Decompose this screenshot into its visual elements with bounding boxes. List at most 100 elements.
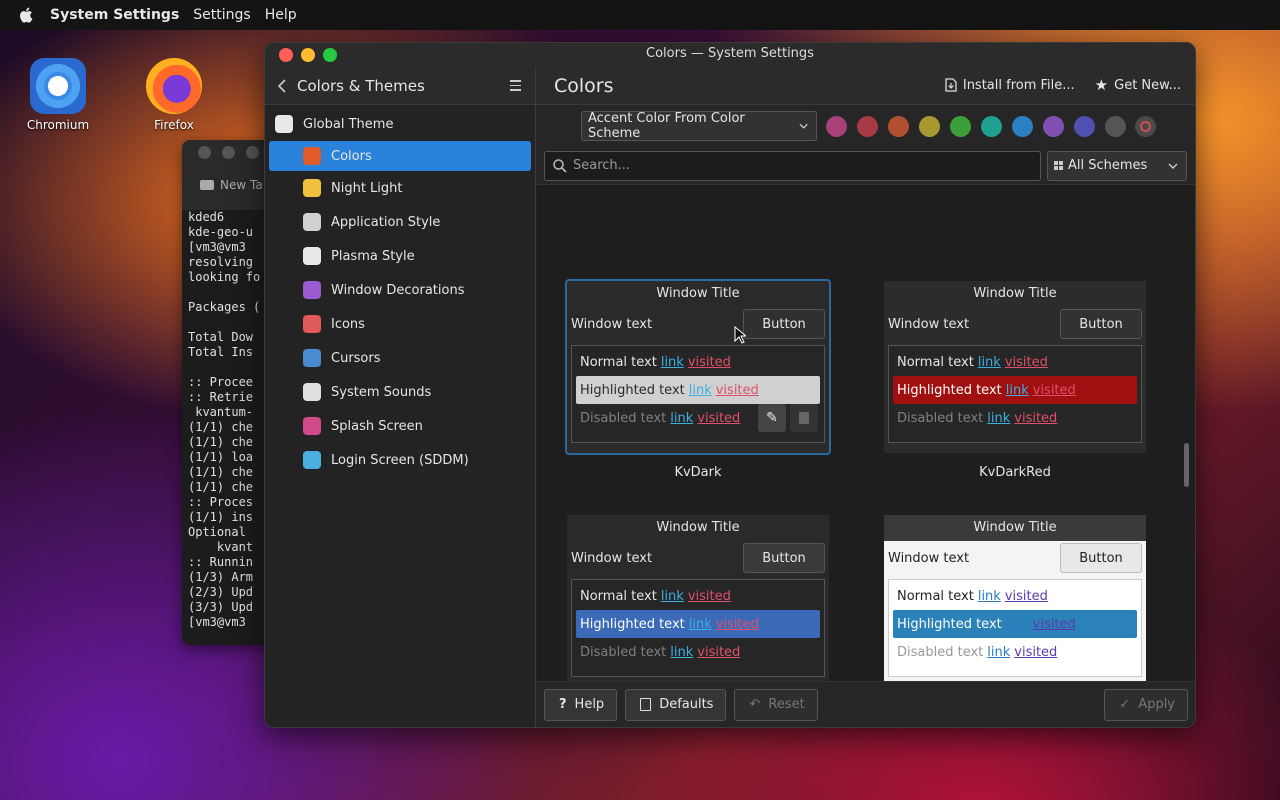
accent-swatches (826, 115, 1126, 137)
accent-swatch-4[interactable] (919, 115, 940, 137)
preview-view: Normal text link visited Highlighted tex… (888, 345, 1142, 443)
preview-window-text: Window text (888, 550, 970, 566)
preview-window-text: Window text (571, 550, 653, 566)
terminal-close-dot[interactable] (198, 146, 211, 159)
edit-scheme-button[interactable]: ✎ (758, 404, 786, 432)
accent-swatch-5[interactable] (950, 115, 971, 137)
sidebar: Global Theme Colors Night Light Application… (265, 105, 536, 727)
desktop-icon-label: Firefox (154, 118, 194, 132)
all-schemes-combo[interactable]: All Schemes (1047, 150, 1187, 181)
help-button[interactable]: ? Help (544, 688, 618, 721)
preview-window-title: Window Title (884, 281, 1146, 307)
sidebar-item-label: System Sounds (331, 384, 432, 400)
search-icon (553, 158, 567, 173)
minimize-button[interactable] (301, 48, 315, 62)
sidebar-item-splash-screen[interactable]: Splash Screen (265, 409, 535, 443)
color-scheme-card[interactable]: Window Title Window text Button Normal t… (565, 279, 831, 480)
reset-button[interactable]: ↶ Reset (734, 688, 818, 721)
accent-swatch-3[interactable] (888, 115, 909, 137)
top-menubar: System Settings Settings Help (0, 0, 1280, 30)
accent-swatch-10[interactable] (1105, 115, 1126, 137)
scrollbar-thumb[interactable] (1184, 443, 1189, 487)
color-scheme-card[interactable]: Window Title Window text Button Normal t… (884, 281, 1146, 480)
chromium-icon (30, 58, 86, 114)
accent-toolbar: Accent Color From Color Scheme (537, 105, 1195, 147)
sidebar-item-colors[interactable]: Colors (269, 141, 531, 171)
chevron-down-icon (1168, 163, 1178, 169)
accent-swatch-9[interactable] (1074, 115, 1095, 137)
terminal-tab[interactable]: New Ta (200, 178, 263, 192)
get-new-button[interactable]: ★ Get New... (1095, 76, 1181, 94)
back-arrow-icon[interactable] (277, 78, 287, 93)
preview-window-title: Window Title (567, 515, 829, 541)
page-header: Colors Install from File... ★ Get New... (536, 67, 1195, 104)
colors-content: Accent Color From Color Scheme Search...… (537, 105, 1195, 727)
sidebar-item-cursors[interactable]: Cursors (265, 341, 535, 375)
color-scheme-card[interactable]: Disabled text link visited KvCurvesLight (567, 185, 829, 186)
apply-button[interactable]: ✓ Apply (1104, 688, 1188, 721)
delete-scheme-button[interactable] (790, 404, 818, 432)
trash-icon (799, 412, 809, 424)
accent-swatch-6[interactable] (981, 115, 1002, 137)
preview-button: Button (1060, 309, 1142, 339)
star-icon: ★ (1094, 76, 1109, 94)
active-app-name[interactable]: System Settings (50, 7, 179, 23)
sidebar-item-login-screen-sddm[interactable]: Login Screen (SDDM) (265, 443, 535, 477)
preview-button: Button (1060, 543, 1142, 573)
sidebar-item-label: Icons (331, 316, 365, 332)
sidebar-item-icons[interactable]: Icons (265, 307, 535, 341)
system-sounds-icon (303, 383, 321, 401)
undo-icon: ↶ (749, 697, 761, 712)
accent-swatch-2[interactable] (857, 115, 878, 137)
color-picker-icon (1140, 120, 1151, 132)
preview-view: Normal text link visited Highlighted tex… (571, 579, 825, 677)
apple-logo-icon[interactable] (18, 6, 36, 24)
accent-swatch-8[interactable] (1043, 115, 1064, 137)
window-header: Colors & Themes Colors Install from File… (265, 67, 1195, 105)
chevron-down-icon (799, 123, 808, 129)
splash-screen-icon (303, 417, 321, 435)
sidebar-header-title: Colors & Themes (297, 76, 425, 95)
terminal-minimize-dot[interactable] (222, 146, 235, 159)
defaults-button[interactable]: Defaults (625, 688, 727, 721)
sidebar-item-system-sounds[interactable]: System Sounds (265, 375, 535, 409)
bottom-action-bar: ? Help Defaults ↶ Reset ✓ Apply (537, 681, 1195, 727)
color-scheme-card[interactable]: Window Title Window text Button Normal t… (567, 515, 829, 681)
custom-accent-picker[interactable] (1135, 115, 1156, 137)
accent-swatch-7[interactable] (1012, 115, 1033, 137)
scheme-preview: Window Title Window text Button Normal t… (884, 515, 1146, 681)
sidebar-item-label: Night Light (331, 180, 403, 196)
menu-settings[interactable]: Settings (193, 7, 250, 23)
plasma-style-icon (303, 247, 321, 265)
sidebar-item-night-light[interactable]: Night Light (265, 171, 535, 205)
accent-color-combo[interactable]: Accent Color From Color Scheme (581, 111, 817, 141)
scheme-name: KvCyan (884, 185, 1146, 186)
close-button[interactable] (279, 48, 293, 62)
preview-view: Normal text link visited Highlighted tex… (571, 345, 825, 443)
cursors-icon (303, 349, 321, 367)
color-scheme-card[interactable]: Disabled text link visited KvCyan (884, 185, 1146, 186)
sidebar-item-label: Window Decorations (331, 282, 465, 298)
sidebar-item-label: Login Screen (SDDM) (331, 452, 469, 468)
install-from-file-button[interactable]: Install from File... (945, 76, 1075, 94)
maximize-button[interactable] (323, 48, 337, 62)
color-scheme-card[interactable]: Window Title Window text Button Normal t… (884, 515, 1146, 681)
terminal-maximize-dot[interactable] (246, 146, 259, 159)
search-input[interactable]: Search... (544, 150, 1041, 181)
accent-swatch-1[interactable] (826, 115, 847, 137)
desktop-icon-firefox[interactable]: Firefox (129, 58, 219, 132)
hamburger-menu-icon[interactable] (510, 80, 521, 94)
scheme-name: KvCurvesLight (567, 185, 829, 186)
desktop-icon-chromium[interactable]: Chromium (13, 58, 103, 132)
sidebar-item-global-theme[interactable]: Global Theme (265, 107, 535, 141)
sidebar-item-plasma-style[interactable]: Plasma Style (265, 239, 535, 273)
menu-help[interactable]: Help (265, 7, 297, 23)
sidebar-item-window-decorations[interactable]: Window Decorations (265, 273, 535, 307)
install-file-icon (945, 78, 957, 92)
scheme-preview: Window Title Window text Button Normal t… (884, 281, 1146, 453)
sidebar-item-application-style[interactable]: Application Style (265, 205, 535, 239)
preview-button: Button (743, 543, 825, 573)
scheme-preview: Window Title Window text Button Normal t… (567, 515, 829, 681)
grid-scrollbar[interactable] (1184, 193, 1189, 593)
login-screen-icon (303, 451, 321, 469)
